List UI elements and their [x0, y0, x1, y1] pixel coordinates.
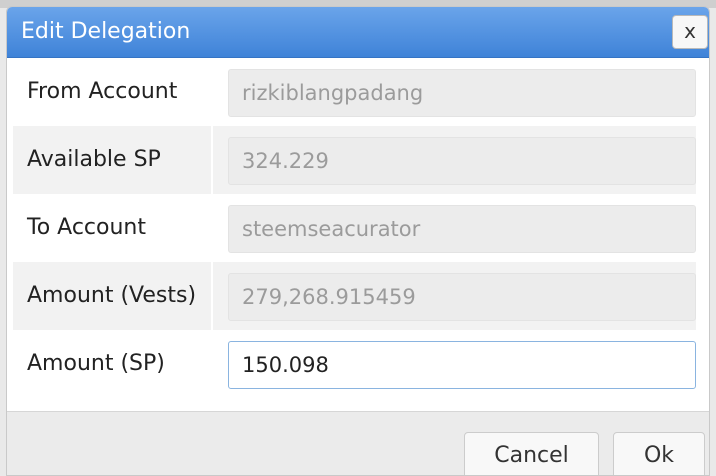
- dialog-title: Edit Delegation: [21, 19, 191, 44]
- edit-delegation-dialog: Edit Delegation x From Account rizkiblan…: [6, 6, 710, 476]
- delegation-form: From Account rizkiblangpadang Available …: [7, 58, 709, 411]
- form-row-to-account: To Account steemseacurator: [13, 194, 696, 262]
- amount-sp-label: Amount (SP): [27, 351, 165, 376]
- amount-vests-field: 279,268.915459: [228, 273, 696, 321]
- amount-vests-label: Amount (Vests): [27, 283, 197, 308]
- from-account-label: From Account: [27, 79, 178, 104]
- to-account-label: To Account: [27, 215, 146, 240]
- dialog-titlebar: Edit Delegation x: [7, 7, 709, 58]
- available-sp-label: Available SP: [27, 147, 161, 172]
- close-button[interactable]: x: [672, 15, 708, 49]
- form-row-from-account: From Account rizkiblangpadang: [13, 58, 696, 126]
- row-divider: [211, 126, 213, 194]
- form-row-available-sp: Available SP 324.229: [13, 126, 696, 194]
- row-divider: [211, 262, 213, 330]
- ok-button[interactable]: Ok: [613, 432, 705, 475]
- dialog-footer: Cancel Ok: [7, 411, 709, 475]
- form-row-amount-sp: Amount (SP) 150.098: [13, 330, 696, 398]
- from-account-field: rizkiblangpadang: [228, 69, 696, 117]
- amount-sp-input[interactable]: 150.098: [228, 341, 696, 389]
- form-row-amount-vests: Amount (Vests) 279,268.915459: [13, 262, 696, 330]
- available-sp-field: 324.229: [228, 137, 696, 185]
- to-account-field: steemseacurator: [228, 205, 696, 253]
- cancel-button[interactable]: Cancel: [464, 432, 599, 475]
